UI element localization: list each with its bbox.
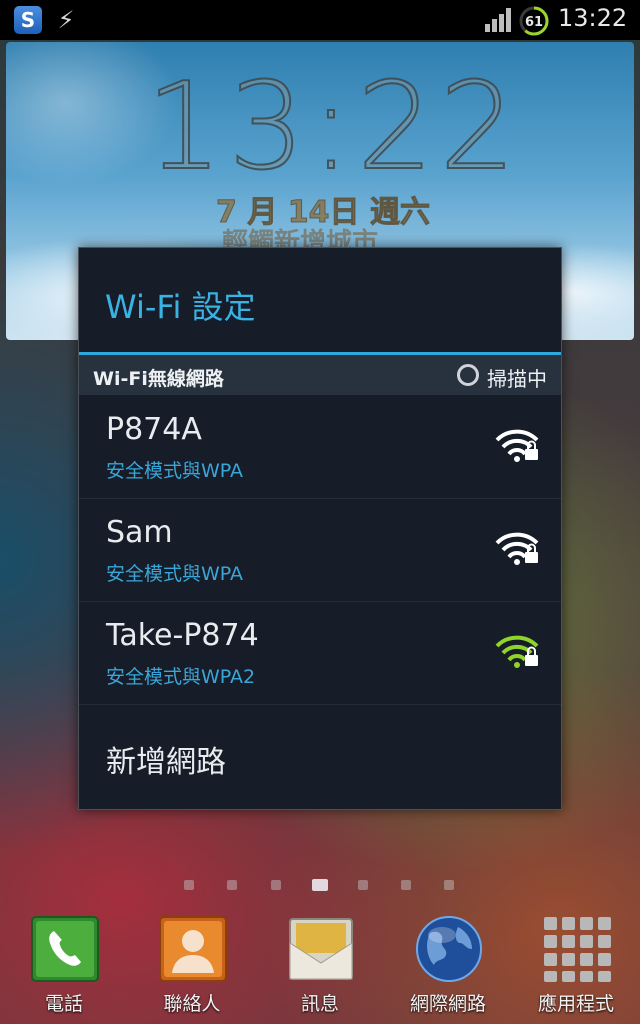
app-dock: 電話 聯絡人 訊息 網際網路 應用程式 xyxy=(0,905,640,1024)
page-dot xyxy=(444,880,454,890)
network-row-take-p874[interactable]: Take-P874 安全模式與WPA2 xyxy=(79,602,561,705)
contacts-icon xyxy=(159,916,227,982)
status-bar: S ⚡ 61 13:22 xyxy=(0,0,640,40)
wifi-settings-dialog: Wi-Fi 設定 Wi-Fi無線網路 掃描中 P874A 安全模式與WPA Sa… xyxy=(78,247,562,810)
page-dot xyxy=(271,880,281,890)
wifi-section-header: Wi-Fi無線網路 掃描中 xyxy=(79,355,561,395)
wifi-locked-icon xyxy=(495,532,539,565)
page-dot-active xyxy=(312,879,328,891)
widget-time: 13:22 xyxy=(145,57,522,198)
section-label: Wi-Fi無線網路 xyxy=(93,368,224,390)
dock-label: 電話 xyxy=(44,993,83,1015)
dock-label: 應用程式 xyxy=(537,993,614,1015)
dock-item-internet[interactable]: 網際網路 xyxy=(384,905,512,1024)
network-name: Sam xyxy=(106,515,173,550)
network-name: P874A xyxy=(106,412,202,447)
page-indicator xyxy=(184,878,454,892)
network-security: 安全模式與WPA2 xyxy=(106,666,256,688)
signal-strength-icon xyxy=(485,8,511,32)
dock-item-apps[interactable]: 應用程式 xyxy=(512,905,640,1024)
page-dot xyxy=(401,880,411,890)
network-row-sam[interactable]: Sam 安全模式與WPA xyxy=(79,499,561,602)
dock-label: 聯絡人 xyxy=(163,993,221,1015)
network-security: 安全模式與WPA xyxy=(106,460,244,482)
page-dot xyxy=(358,880,368,890)
wifi-locked-icon xyxy=(495,635,539,668)
scanning-spinner-icon xyxy=(457,364,479,386)
dock-item-messages[interactable]: 訊息 xyxy=(256,905,384,1024)
status-time: 13:22 xyxy=(558,4,628,32)
add-network-button[interactable]: 新增網路 xyxy=(106,737,226,781)
dock-item-phone[interactable]: 電話 xyxy=(0,905,128,1024)
network-row-p874a[interactable]: P874A 安全模式與WPA xyxy=(79,396,561,499)
dock-label: 網際網路 xyxy=(409,993,486,1015)
page-dot xyxy=(184,880,194,890)
page-dot xyxy=(227,880,237,890)
globe-icon xyxy=(416,916,482,982)
network-security: 安全模式與WPA xyxy=(106,563,244,585)
scan-status: 掃描中 xyxy=(487,367,547,391)
battery-icon: 61 xyxy=(519,6,549,36)
messages-icon xyxy=(289,918,353,980)
wifi-locked-icon xyxy=(495,429,539,462)
dialog-title: Wi-Fi 設定 xyxy=(105,288,256,326)
sync-icon: ⚡ xyxy=(57,6,75,34)
apps-grid-icon xyxy=(544,917,611,982)
s-app-icon: S xyxy=(14,6,42,34)
dock-label: 訊息 xyxy=(300,993,339,1015)
dock-item-contacts[interactable]: 聯絡人 xyxy=(128,905,256,1024)
phone-icon xyxy=(31,916,99,982)
network-name: Take-P874 xyxy=(106,618,259,653)
battery-level: 61 xyxy=(525,15,543,30)
